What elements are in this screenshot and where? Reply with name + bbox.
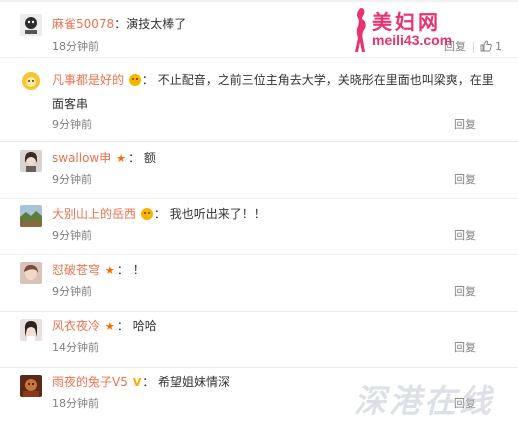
reply-button[interactable]: 回复 — [454, 284, 476, 300]
avatar[interactable] — [20, 150, 42, 172]
vip-face-icon — [128, 73, 141, 86]
reply-button[interactable]: 回复 — [454, 172, 476, 188]
comment-time: 18分钟前 — [52, 397, 99, 410]
comment-time: 18分钟前 — [52, 40, 99, 53]
comment-item: 怼破苍穹 ★： ！ 9分钟前 回复 — [0, 255, 518, 312]
comment-time: 9分钟前 — [52, 229, 92, 242]
avatar[interactable] — [20, 205, 42, 227]
comment-username[interactable]: swallow申 — [52, 151, 111, 165]
comment-text: 额 — [143, 151, 156, 165]
comment-username[interactable]: 怼破苍穹 — [52, 263, 100, 277]
comment-item: 风衣夜冷 ★： 哈哈 14分钟前 回复 — [0, 312, 518, 368]
reply-button[interactable]: 回复 — [454, 340, 476, 356]
avatar[interactable] — [20, 375, 42, 397]
reply-button[interactable]: 回复 — [454, 117, 476, 133]
watermark-bottom: 深港在线 — [354, 382, 495, 420]
vip-face-icon — [140, 207, 153, 220]
comment-colon: ： — [153, 207, 166, 221]
avatar[interactable] — [20, 319, 42, 341]
comment-item: swallow申 ★： 额 9分钟前 回复 — [0, 142, 518, 199]
comment-colon: ： — [142, 375, 155, 389]
comment-time: 9分钟前 — [52, 285, 92, 298]
comment-text: 我也听出来了！！ — [169, 207, 266, 221]
comment-username[interactable]: 风衣夜冷 — [52, 319, 100, 333]
comment-username[interactable]: 大别山上的岳西 — [52, 207, 136, 221]
avatar[interactable] — [20, 262, 42, 284]
watermark-logo: 美妇网 meili43.com — [350, 6, 500, 54]
star-badge-icon: ★ — [104, 320, 115, 333]
comment-time: 14分钟前 — [52, 341, 99, 354]
verified-v-icon: V — [132, 375, 142, 389]
watermark-url: meili43.com — [372, 32, 453, 48]
comment-item: 凡事都是好的 ： 不止配音，之前三位主角去大学，关晓彤在里面也叫梁爽，在里面客串… — [0, 58, 518, 142]
comment-time: 9分钟前 — [52, 173, 92, 186]
avatar[interactable] — [20, 70, 42, 92]
comment-username[interactable]: 麻雀50078 — [52, 17, 114, 31]
comment-colon: ： — [128, 151, 141, 165]
comment-text: 演技太棒了 — [126, 17, 187, 31]
watermark-title: 美妇网 — [372, 10, 441, 34]
comment-text: ！ — [132, 263, 145, 277]
star-badge-icon: ★ — [116, 152, 126, 165]
comment-text: 哈哈 — [132, 319, 157, 333]
comment-colon: ： — [141, 73, 154, 87]
lady-silhouette-icon — [355, 8, 366, 52]
comment-item: 大别山上的岳西 ： 我也听出来了！！ 9分钟前 回复 — [0, 199, 518, 255]
star-badge-icon: ★ — [104, 264, 115, 277]
comment-colon: ： — [116, 319, 129, 333]
reply-button[interactable]: 回复 — [454, 228, 476, 244]
comment-text: 希望姐妹情深 — [158, 375, 231, 389]
avatar[interactable] — [20, 14, 42, 36]
comment-colon: ： — [116, 263, 129, 277]
comment-username[interactable]: 凡事都是好的 — [52, 73, 124, 87]
comment-colon: ： — [114, 17, 127, 31]
comment-username[interactable]: 雨夜的兔子V5 — [52, 375, 128, 389]
comment-time: 9分钟前 — [52, 118, 92, 131]
